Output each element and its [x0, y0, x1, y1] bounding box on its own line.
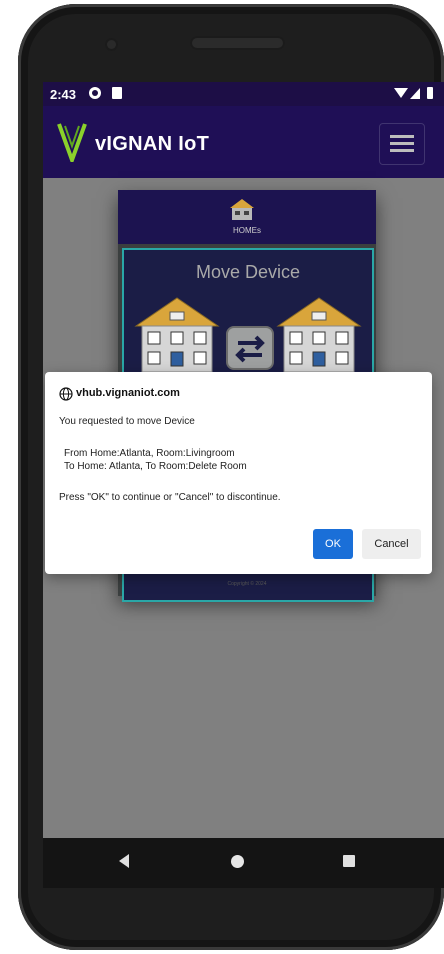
system-nav-bar: [43, 838, 444, 888]
homes-header[interactable]: HOMEs: [118, 190, 376, 244]
homes-icon: [230, 199, 254, 220]
sd-card-icon: [112, 87, 122, 99]
homes-label: HOMEs: [233, 226, 261, 235]
dialog-from-line: From Home:Atlanta, Room:Livingroom: [64, 448, 235, 459]
hamburger-menu-button[interactable]: [379, 123, 425, 165]
dialog-prompt: Press "OK" to continue or "Cancel" to di…: [59, 492, 281, 503]
menu-bar: [390, 142, 414, 145]
move-device-title: Move Device: [195, 262, 301, 282]
dialog-message: You requested to move Device: [59, 416, 195, 427]
home-icon[interactable]: [231, 855, 244, 868]
confirm-dialog: vhub.vignaniot.com You requested to move…: [45, 372, 432, 574]
menu-bar: [390, 149, 414, 152]
back-icon[interactable]: [119, 854, 129, 868]
source-house-icon: [134, 297, 220, 372]
notification-icon: [89, 87, 101, 99]
dialog-host: vhub.vignaniot.com: [76, 387, 180, 399]
status-time: 2:43: [50, 87, 77, 102]
swap-arrows-icon: [226, 326, 274, 370]
front-camera: [107, 40, 116, 49]
status-bar: 2:43: [43, 82, 444, 106]
signal-icon: [410, 88, 420, 99]
wifi-icon: [394, 88, 408, 98]
cancel-button[interactable]: Cancel: [362, 529, 421, 559]
brand-title: vIGNAN IoT: [95, 133, 210, 155]
dialog-to-line: To Home: Atlanta, To Room:Delete Room: [64, 461, 247, 472]
menu-bar: [390, 135, 414, 138]
globe-icon: [59, 387, 73, 401]
recent-apps-icon[interactable]: [343, 855, 355, 867]
destination-house-icon: [276, 297, 362, 372]
earpiece-speaker: [190, 36, 285, 50]
app-bar: vIGNAN IoT: [43, 106, 444, 178]
logo-icon: [57, 123, 87, 162]
battery-icon: [427, 87, 433, 99]
screen: 2:43 vIGNAN IoT HOMEs Move Device Copyri…: [43, 82, 444, 838]
ok-button[interactable]: OK: [313, 529, 353, 559]
copyright-text: Copyright © 2024: [227, 581, 267, 587]
